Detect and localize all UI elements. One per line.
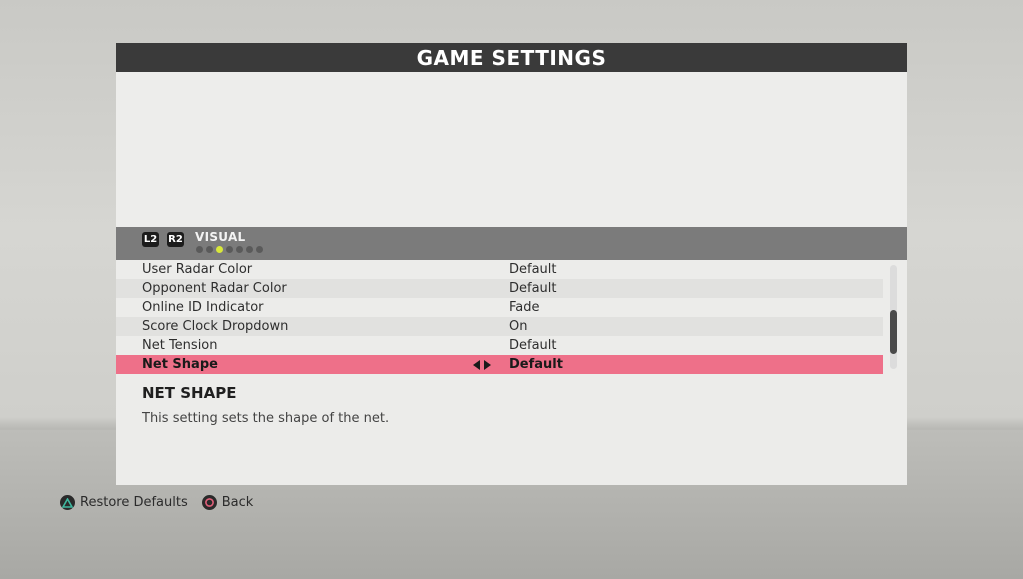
setting-name: Score Clock Dropdown <box>142 319 289 334</box>
footer-controls: Restore Defaults Back <box>60 495 253 510</box>
page-dot <box>256 246 263 253</box>
setting-value: Default <box>509 338 557 353</box>
page-title: GAME SETTINGS <box>116 43 907 72</box>
preview-area <box>116 72 907 227</box>
category-tab-bar: L2 R2 VISUAL <box>116 227 907 260</box>
l2-trigger-icon[interactable]: L2 <box>142 232 159 247</box>
setting-row-score-clock-dropdown[interactable]: Score Clock Dropdown On <box>116 317 883 336</box>
page-dot <box>226 246 233 253</box>
triangle-button-icon <box>60 495 75 510</box>
back-button[interactable]: Back <box>201 495 254 510</box>
setting-row-opponent-radar-color[interactable]: Opponent Radar Color Default <box>116 279 883 298</box>
setting-name: Net Shape <box>142 357 218 372</box>
page-dot <box>196 246 203 253</box>
setting-value: Default <box>509 281 557 296</box>
arrow-right-icon[interactable] <box>484 359 491 370</box>
setting-value: Default <box>509 357 563 372</box>
setting-row-online-id-indicator[interactable]: Online ID Indicator Fade <box>116 298 883 317</box>
circle-button-icon <box>201 495 217 510</box>
option-arrows <box>473 359 491 370</box>
setting-name: Online ID Indicator <box>142 300 264 315</box>
setting-row-user-radar-color[interactable]: User Radar Color Default <box>116 260 883 279</box>
r2-trigger-icon[interactable]: R2 <box>167 232 184 247</box>
setting-value: Default <box>509 262 557 277</box>
page-dot-active <box>216 246 223 253</box>
scrollbar-thumb[interactable] <box>890 310 897 354</box>
page-dot <box>236 246 243 253</box>
description-text: This setting sets the shape of the net. <box>142 411 390 426</box>
restore-defaults-button[interactable]: Restore Defaults <box>60 495 188 510</box>
setting-name: Opponent Radar Color <box>142 281 287 296</box>
setting-value: On <box>509 319 528 334</box>
arrow-left-icon[interactable] <box>473 359 480 370</box>
setting-name: Net Tension <box>142 338 218 353</box>
back-label: Back <box>221 495 254 510</box>
page-dot <box>206 246 213 253</box>
current-tab-label: VISUAL <box>195 230 246 244</box>
restore-defaults-label: Restore Defaults <box>80 495 188 510</box>
setting-row-net-tension[interactable]: Net Tension Default <box>116 336 883 355</box>
game-settings-panel: GAME SETTINGS L2 R2 VISUAL User Radar Co… <box>116 43 907 485</box>
setting-value: Fade <box>509 300 540 315</box>
page-dot <box>246 246 253 253</box>
setting-row-net-shape[interactable]: Net Shape Default <box>116 355 883 374</box>
description-title: NET SHAPE <box>142 384 237 402</box>
scrollbar[interactable] <box>890 265 897 369</box>
page-indicator-dots <box>196 246 263 253</box>
setting-name: User Radar Color <box>142 262 253 277</box>
